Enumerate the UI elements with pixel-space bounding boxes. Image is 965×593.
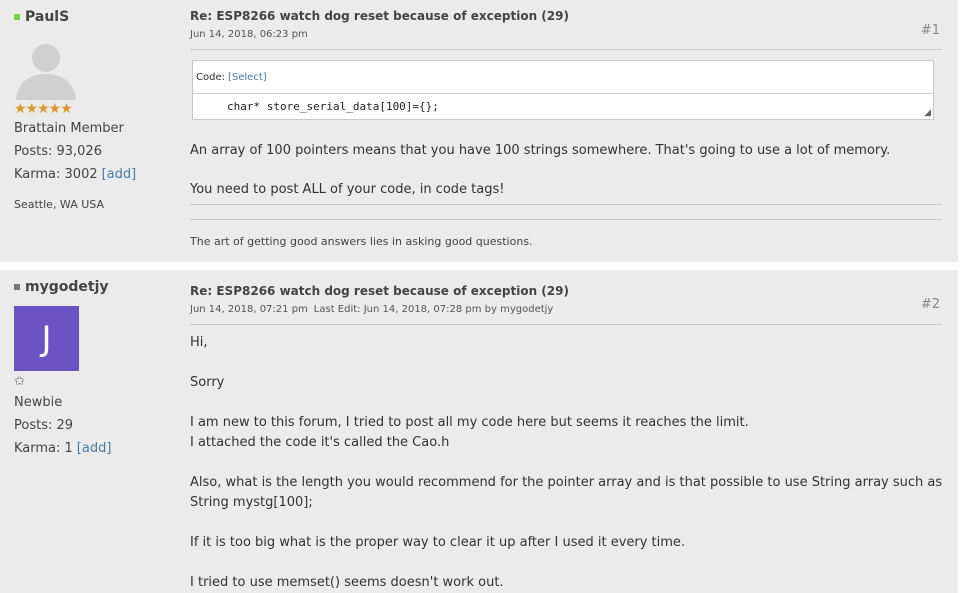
post-paragraph: An array of 100 pointers means that you … bbox=[190, 143, 891, 158]
signature-divider bbox=[190, 219, 942, 220]
online-status-icon bbox=[14, 14, 20, 20]
post-date: Jun 14, 2018, 06:23 pm bbox=[190, 29, 308, 40]
post-date-value: Jun 14, 2018, 07:21 pm bbox=[190, 304, 308, 315]
divider bbox=[190, 49, 942, 50]
code-block: Code: [Select] char* store_serial_data[1… bbox=[192, 60, 934, 120]
post-count: Posts: 29 bbox=[14, 418, 74, 433]
code-text: char* store_serial_data[100]={}; bbox=[227, 100, 439, 113]
post-paragraph: I attached the code it's called the Cao.… bbox=[190, 435, 450, 450]
divider bbox=[190, 204, 942, 205]
post-paragraph: You need to post ALL of your code, in co… bbox=[190, 182, 505, 197]
rank-stars-icon: ★★★★★ bbox=[14, 101, 73, 117]
post-paragraph: String mystg[100]; bbox=[190, 495, 313, 510]
username-label[interactable]: mygodetjy bbox=[25, 279, 109, 295]
poster-name[interactable]: mygodetjy bbox=[14, 279, 109, 295]
karma: Karma: 3002 [add] bbox=[14, 167, 136, 182]
add-karma-link[interactable]: [add] bbox=[77, 441, 112, 456]
offline-status-icon bbox=[14, 284, 20, 290]
post-paragraph: I tried to use memset() seems doesn't wo… bbox=[190, 575, 504, 590]
karma-value: Karma: 3002 bbox=[14, 167, 98, 182]
post-number-link[interactable]: #1 bbox=[921, 23, 940, 38]
signature: The art of getting good answers lies in … bbox=[190, 235, 533, 248]
post-paragraph: Sorry bbox=[190, 375, 225, 390]
post-number-link[interactable]: #2 bbox=[921, 297, 940, 312]
member-title: Brattain Member bbox=[14, 121, 124, 136]
forum-post-1: PaulS ★★★★★ Brattain Member Posts: 93,02… bbox=[0, 0, 958, 262]
post-header: Re: ESP8266 watch dog reset because of e… bbox=[190, 284, 942, 315]
select-code-link[interactable]: [Select] bbox=[228, 72, 267, 83]
last-edit-note: Last Edit: Jun 14, 2018, 07:28 pm by myg… bbox=[313, 304, 554, 315]
location: Seattle, WA USA bbox=[14, 198, 104, 211]
user-avatar[interactable]: J bbox=[14, 306, 79, 371]
post-count: Posts: 93,026 bbox=[14, 144, 102, 159]
post-paragraph: Also, what is the length you would recom… bbox=[190, 475, 943, 490]
post-paragraph: Hi, bbox=[190, 335, 208, 350]
add-karma-link[interactable]: [add] bbox=[102, 167, 137, 182]
post-subject-link[interactable]: Re: ESP8266 watch dog reset because of e… bbox=[190, 9, 942, 23]
post-header: Re: ESP8266 watch dog reset because of e… bbox=[190, 9, 942, 40]
post-paragraph: If it is too big what is the proper way … bbox=[190, 535, 686, 550]
rank-star-icon: ✩ bbox=[14, 374, 25, 389]
karma: Karma: 1 [add] bbox=[14, 441, 111, 456]
poster-sidebar: PaulS ★★★★★ Brattain Member Posts: 93,02… bbox=[0, 0, 180, 262]
default-avatar-icon bbox=[16, 44, 76, 100]
divider bbox=[190, 324, 942, 325]
post-subject-link[interactable]: Re: ESP8266 watch dog reset because of e… bbox=[190, 284, 942, 298]
member-title: Newbie bbox=[14, 395, 63, 410]
resize-handle-icon[interactable]: ◢ bbox=[924, 108, 931, 118]
username-label[interactable]: PaulS bbox=[25, 9, 69, 25]
poster-name[interactable]: PaulS bbox=[14, 9, 69, 25]
post-date: Jun 14, 2018, 07:21 pm Last Edit: Jun 14,… bbox=[190, 304, 942, 315]
code-header: Code: [Select] bbox=[193, 61, 933, 94]
post-paragraph: I am new to this forum, I tried to post … bbox=[190, 415, 749, 430]
karma-value: Karma: 1 bbox=[14, 441, 73, 456]
code-label: Code: bbox=[196, 71, 225, 83]
